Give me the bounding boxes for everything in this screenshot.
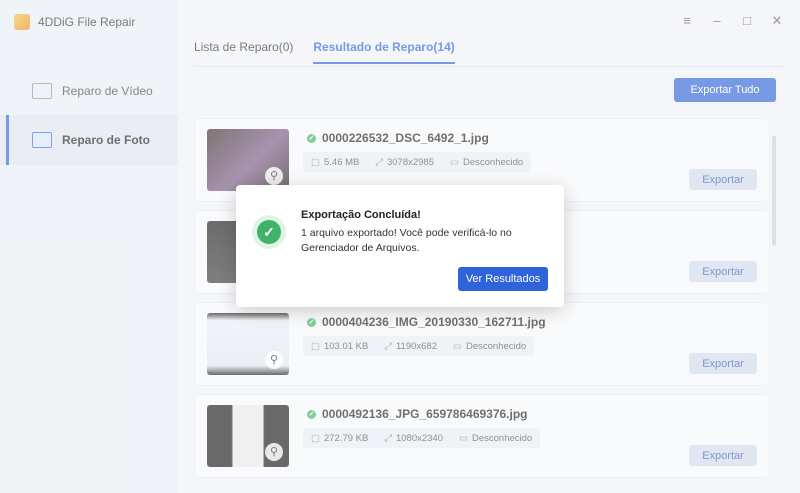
dialog-title: Exportação Concluída! bbox=[301, 209, 421, 221]
dialog-message: 1 arquivo exportado! Você pode verificá-… bbox=[301, 227, 512, 254]
success-badge: ✓ bbox=[252, 215, 286, 249]
export-complete-dialog: ✓ Exportação Concluída! 1 arquivo export… bbox=[236, 185, 564, 307]
checkmark-icon: ✓ bbox=[257, 220, 281, 244]
view-results-button[interactable]: Ver Resultados bbox=[458, 267, 548, 291]
